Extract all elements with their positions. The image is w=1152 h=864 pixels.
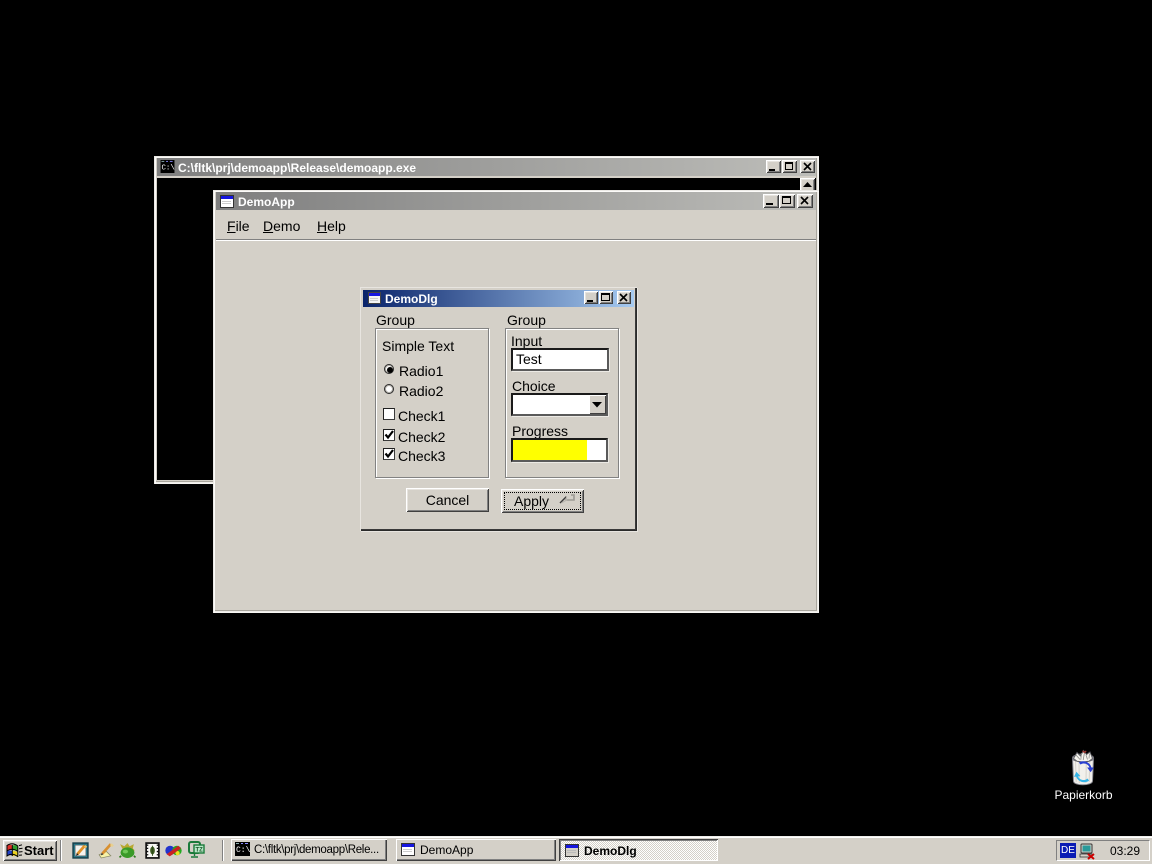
svg-text:C:\: C:\ — [236, 846, 250, 855]
svg-text:C:\: C:\ — [161, 164, 175, 172]
svg-text:TZ: TZ — [196, 848, 204, 854]
